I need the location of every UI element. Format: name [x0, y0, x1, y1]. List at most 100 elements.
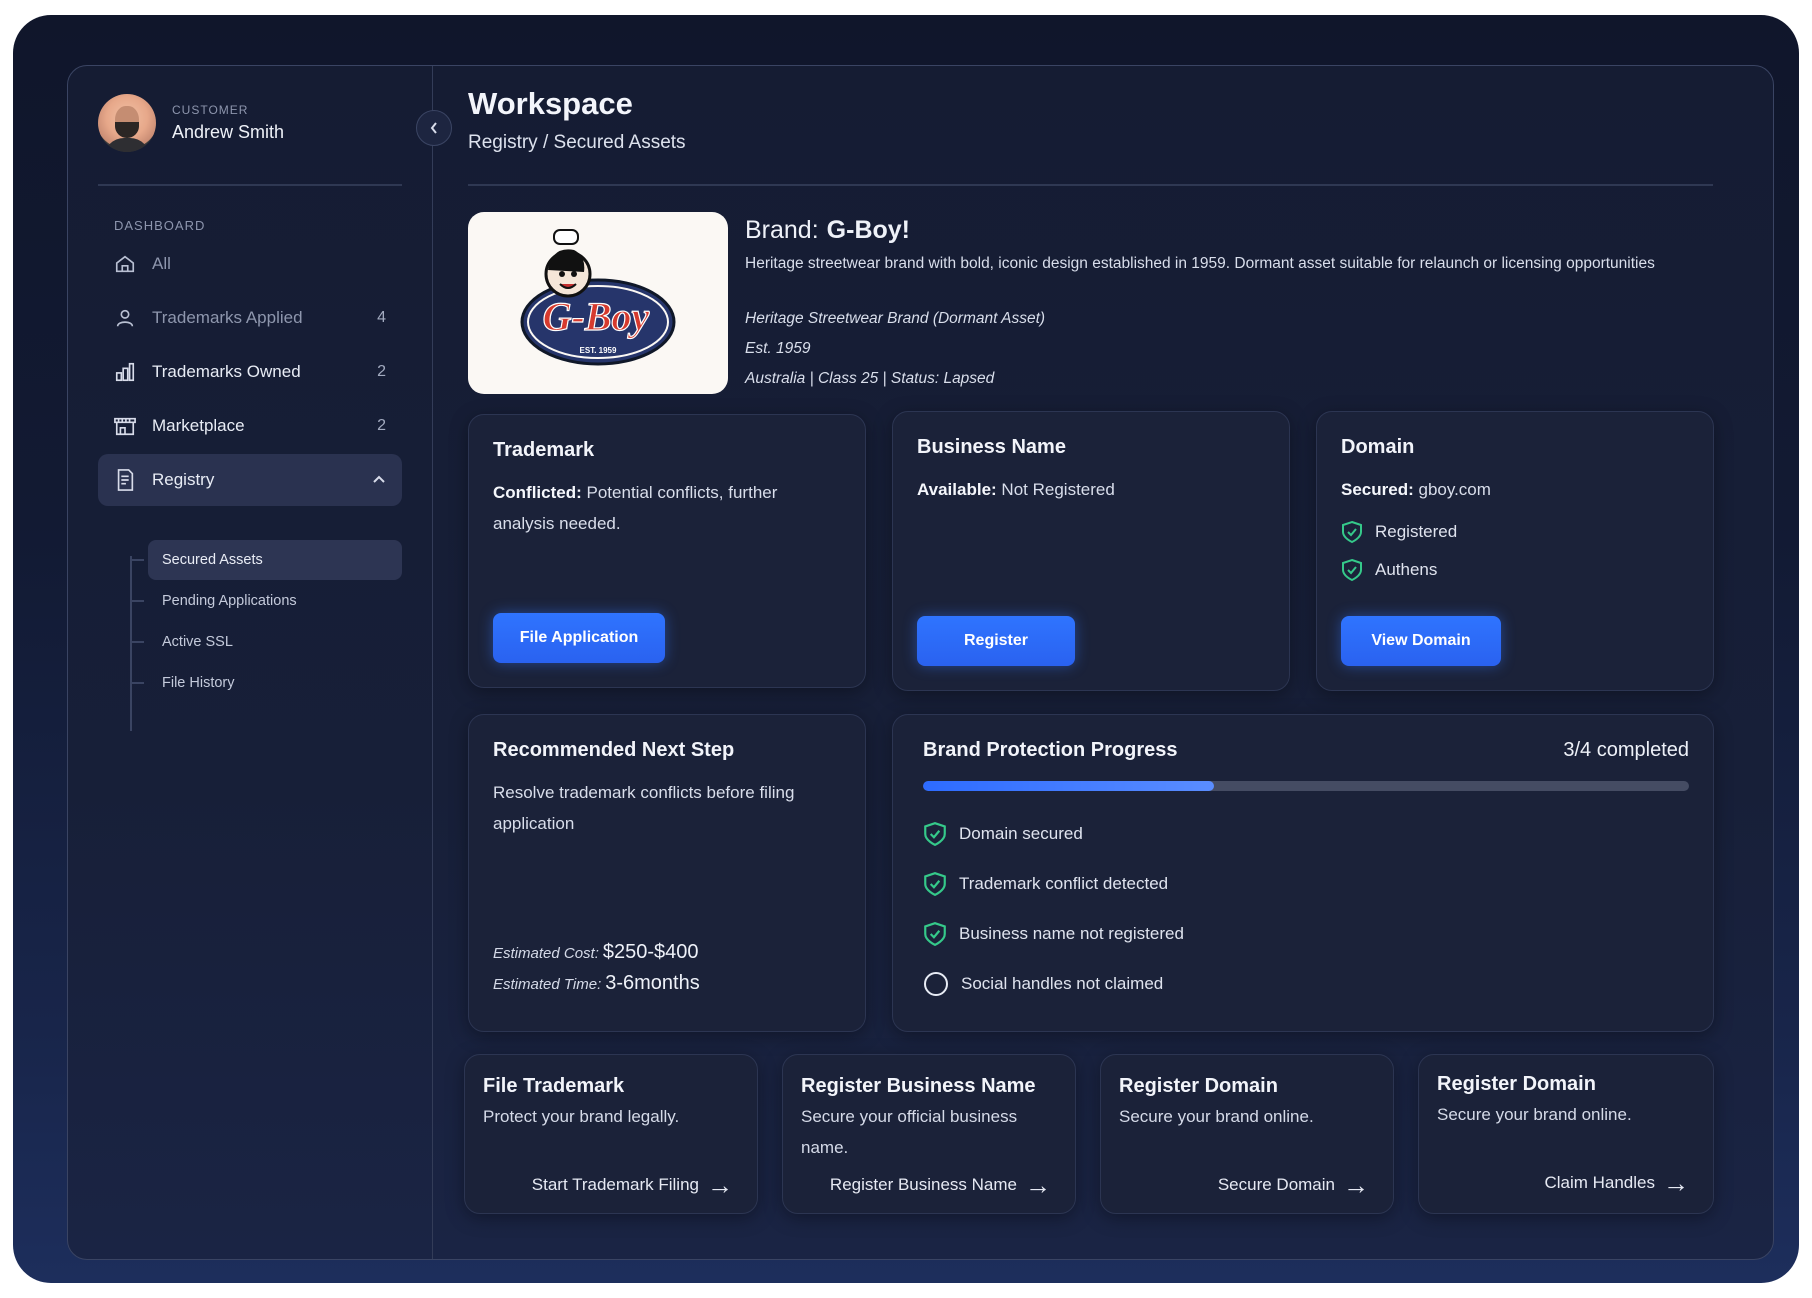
sidebar-subitem-active-ssl[interactable]: Active SSL: [130, 622, 402, 662]
user-name: Andrew Smith: [172, 122, 285, 142]
progress-item: Business name not registered: [923, 921, 1184, 947]
arrow-right-icon: →: [1343, 1170, 1369, 1200]
chevron-left-icon: [430, 122, 437, 134]
logo-text: G-Boy: [543, 294, 650, 339]
brand-heading: Brand: G-Boy!: [745, 216, 910, 245]
user-role: CUSTOMER: [172, 103, 249, 117]
sidebar-subitem-file-history[interactable]: File History: [130, 663, 402, 703]
trademark-status: Conflicted: Potential conflicts, further…: [493, 483, 778, 533]
sidebar-item-label: Trademarks Owned: [152, 362, 301, 381]
progress-item: Domain secured: [923, 821, 1083, 847]
brand-logo: G-Boy EST. 1959: [468, 212, 728, 394]
action-card-register-domain: Register Domain Secure your brand online…: [1100, 1054, 1394, 1214]
next-step-text: Resolve trademark conflicts before filin…: [493, 783, 795, 833]
sidebar-item-label: Registry: [152, 470, 215, 489]
sidebar-subitem-pending-applications[interactable]: Pending Applications: [130, 581, 402, 621]
action-description: Secure your official business name.: [801, 1107, 1018, 1157]
view-domain-button[interactable]: View Domain: [1341, 616, 1501, 666]
sidebar-subitem-label: File History: [162, 675, 235, 691]
arrow-right-icon: →: [707, 1170, 733, 1200]
avatar: [98, 94, 156, 152]
domain-card: Domain Secured: gboy.com Registered Auth…: [1316, 411, 1714, 691]
home-icon: [112, 251, 138, 277]
chevron-up-icon: [372, 471, 386, 489]
progress-summary: 3/4 completed: [1563, 739, 1689, 761]
page-title: Workspace: [468, 86, 633, 121]
sidebar-subitem-label: Active SSL: [162, 634, 233, 650]
brand-logo-image: G-Boy EST. 1959: [520, 229, 676, 366]
trademark-card: Trademark Conflicted: Potential conflict…: [468, 414, 866, 688]
sidebar-subitem-label: Secured Assets: [162, 552, 263, 568]
shield-check-icon: [924, 822, 946, 847]
business-name-card: Business Name Available: Not Registered …: [892, 411, 1290, 691]
sidebar-item-all[interactable]: All: [98, 238, 402, 290]
brand-details: Australia | Class 25 | Status: Lapsed: [745, 370, 995, 387]
next-step-card: Recommended Next Step Resolve trademark …: [468, 714, 866, 1032]
sidebar-subitem-secured-assets[interactable]: Secured Assets: [130, 540, 402, 580]
register-business-name-link[interactable]: Register Business Name →: [830, 1170, 1051, 1200]
estimated-time: Estimated Time: 3-6months: [493, 972, 700, 994]
empty-circle-icon: [924, 972, 948, 996]
divider: [468, 184, 1713, 186]
claim-handles-link[interactable]: Claim Handles →: [1544, 1168, 1689, 1198]
action-card-claim-handles: Register Domain Secure your brand online…: [1418, 1054, 1714, 1214]
breadcrumb[interactable]: Registry / Secured Assets: [468, 132, 686, 154]
shield-check-icon: [924, 872, 946, 897]
card-title: Brand Protection Progress: [923, 739, 1178, 761]
business-name-status: Available: Not Registered: [917, 480, 1115, 499]
sidebar-item-label: Trademarks Applied: [152, 308, 303, 327]
document-icon: [112, 467, 138, 493]
count-badge: 4: [377, 309, 386, 326]
sidebar-item-label: Marketplace: [152, 416, 245, 435]
section-label: DASHBOARD: [114, 218, 206, 233]
sidebar-item-marketplace[interactable]: Marketplace 2: [98, 400, 402, 452]
domain-status: Secured: gboy.com: [1341, 480, 1491, 499]
sidebar-subitem-label: Pending Applications: [162, 593, 297, 609]
shield-check-icon: [924, 922, 946, 947]
app-window: CUSTOMER Andrew Smith DASHBOARD All Trad…: [67, 65, 1774, 1260]
action-title: Register Business Name: [801, 1075, 1036, 1097]
sidebar-item-trademarks-owned[interactable]: Trademarks Owned 2: [98, 346, 402, 398]
action-title: Register Domain: [1119, 1075, 1278, 1097]
count-badge: 2: [377, 417, 386, 434]
shield-check-icon: [1342, 520, 1362, 544]
collapse-sidebar-button[interactable]: [416, 110, 452, 146]
sidebar: CUSTOMER Andrew Smith DASHBOARD All Trad…: [68, 66, 433, 1259]
progress-bar: [923, 781, 1689, 791]
sidebar-item-registry[interactable]: Registry: [98, 454, 402, 506]
brand-description: Heritage streetwear brand with bold, ico…: [745, 255, 1655, 272]
brand-label: Brand:: [745, 216, 819, 244]
progress-item: Social handles not claimed: [923, 971, 1163, 997]
divider: [98, 184, 402, 186]
bar-chart-icon: [112, 359, 138, 385]
brand-name: G-Boy!: [826, 216, 910, 244]
app-background: CUSTOMER Andrew Smith DASHBOARD All Trad…: [13, 15, 1799, 1283]
file-application-button[interactable]: File Application: [493, 613, 665, 663]
action-description: Secure your brand online.: [1437, 1105, 1632, 1124]
main-content: Workspace Registry / Secured Assets G-Bo…: [464, 66, 1748, 1259]
user-profile[interactable]: CUSTOMER Andrew Smith: [98, 94, 284, 152]
check-item: Authens: [1341, 558, 1437, 582]
progress-item: Trademark conflict detected: [923, 871, 1168, 897]
brand-established: Est. 1959: [745, 340, 811, 357]
count-badge: 2: [377, 363, 386, 380]
card-title: Recommended Next Step: [493, 739, 735, 761]
sidebar-item-trademarks-applied[interactable]: Trademarks Applied 4: [98, 292, 402, 344]
store-icon: [112, 413, 138, 439]
secure-domain-link[interactable]: Secure Domain →: [1218, 1170, 1369, 1200]
brand-subtitle: Heritage Streetwear Brand (Dormant Asset…: [745, 310, 1046, 327]
start-trademark-filing-link[interactable]: Start Trademark Filing →: [532, 1170, 733, 1200]
register-button[interactable]: Register: [917, 616, 1075, 666]
estimated-cost: Estimated Cost: $250-$400: [493, 941, 699, 963]
shield-check-icon: [1342, 558, 1362, 582]
action-title: Register Domain: [1437, 1073, 1596, 1095]
user-icon: [112, 305, 138, 331]
card-title: Trademark: [493, 439, 595, 461]
arrow-right-icon: →: [1025, 1170, 1051, 1200]
card-title: Business Name: [917, 436, 1066, 458]
check-item: Registered: [1341, 520, 1457, 544]
arrow-right-icon: →: [1663, 1168, 1689, 1198]
action-title: File Trademark: [483, 1075, 625, 1097]
card-title: Domain: [1341, 436, 1415, 458]
progress-fill: [923, 781, 1215, 791]
